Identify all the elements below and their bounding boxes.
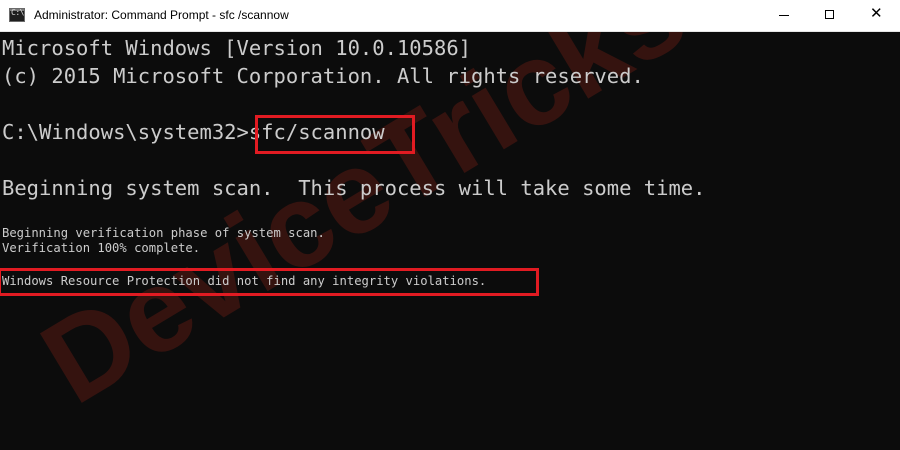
- console-area[interactable]: DeviceTricks Microsoft Windows [Version …: [0, 32, 900, 450]
- close-button[interactable]: ✕: [853, 0, 899, 31]
- command-highlight-box: [255, 115, 415, 154]
- close-icon: ✕: [870, 4, 883, 22]
- icon-glyph: C:\: [11, 8, 24, 17]
- window-title: Administrator: Command Prompt - sfc /sca…: [34, 8, 289, 22]
- result-highlight-box: [0, 268, 539, 296]
- title-bar[interactable]: C:\ Administrator: Command Prompt - sfc …: [0, 0, 900, 32]
- maximize-button[interactable]: [807, 0, 853, 31]
- verification-complete-line: Verification 100% complete.: [2, 241, 201, 255]
- copyright-line: (c) 2015 Microsoft Corporation. All righ…: [2, 64, 644, 88]
- minimize-icon: [779, 15, 789, 16]
- prompt-path: C:\Windows\system32>: [2, 120, 249, 144]
- version-line: Microsoft Windows [Version 10.0.10586]: [2, 36, 471, 60]
- command-prompt-window: C:\ Administrator: Command Prompt - sfc …: [0, 0, 900, 450]
- begin-scan-line: Beginning system scan. This process will…: [2, 176, 706, 200]
- minimize-button[interactable]: [761, 0, 807, 31]
- verification-phase-line: Beginning verification phase of system s…: [2, 226, 325, 240]
- command-prompt-icon[interactable]: C:\: [9, 8, 25, 22]
- maximize-icon: [825, 10, 834, 19]
